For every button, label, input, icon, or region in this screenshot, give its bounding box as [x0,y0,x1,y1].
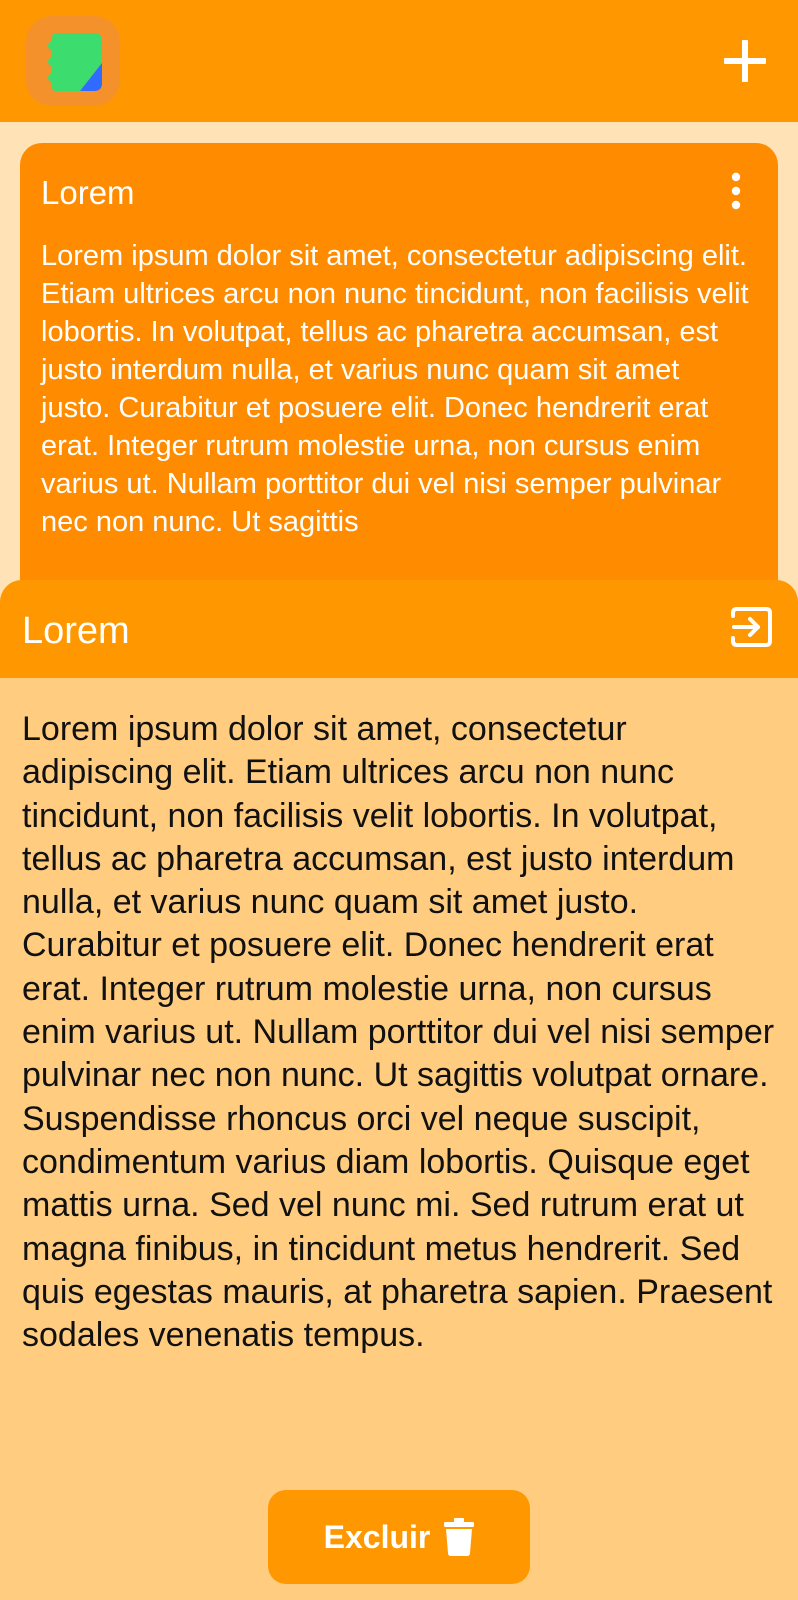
note-detail-sheet: Lorem Lorem ipsum dolor sit amet, consec… [0,580,798,1600]
note-card-body: Lorem ipsum dolor sit amet, consectetur … [41,240,749,538]
note-card-title: Lorem [41,174,135,211]
note-body: Lorem ipsum dolor sit amet, consectetur … [22,710,775,1355]
sticky-note-icon [48,33,102,91]
note-card[interactable]: Lorem Lorem ipsum dolor sit amet, consec… [20,143,778,603]
delete-label: Excluir [323,1518,431,1555]
plus-icon [724,40,766,82]
delete-button[interactable]: Excluir [268,1490,530,1584]
note-options-button[interactable] [724,171,748,211]
app-bar [0,0,798,122]
app-logo [26,16,120,106]
more-vertical-icon [731,172,741,210]
sheet-title: Lorem [22,610,130,652]
enter-icon [731,607,772,647]
open-note-button[interactable] [728,604,774,650]
add-note-button[interactable] [720,36,770,86]
sheet-header: Lorem [0,580,798,678]
trash-icon [444,1518,475,1556]
